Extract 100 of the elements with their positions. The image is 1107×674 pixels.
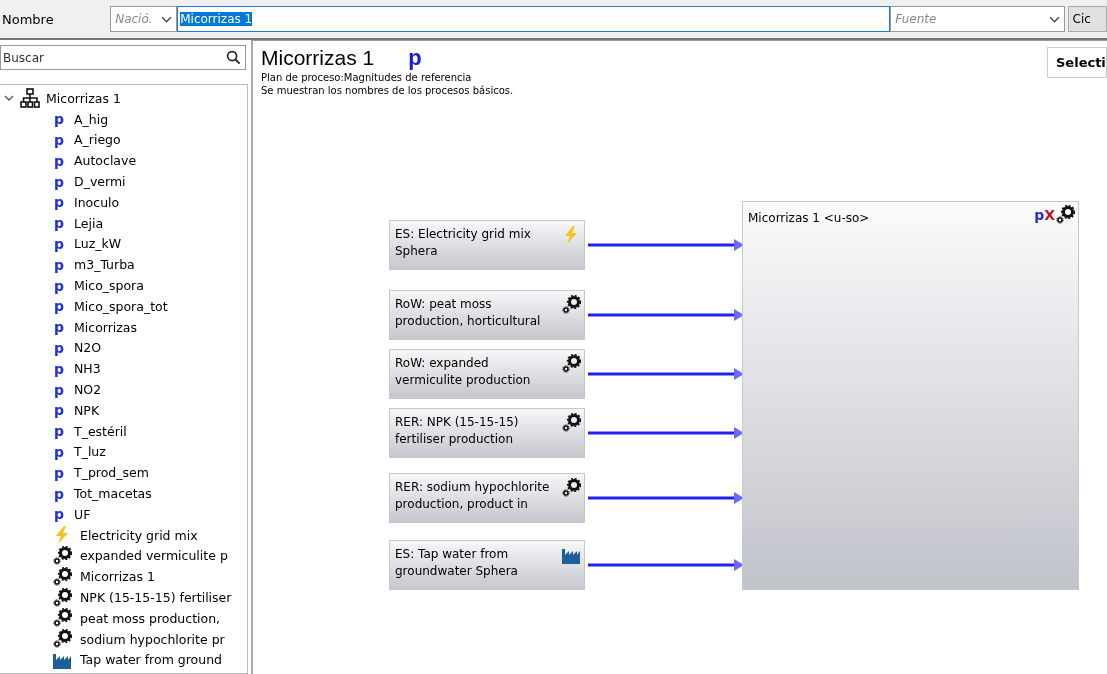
process-label: ES: Electricity grid mix Sphera (395, 226, 532, 260)
parameter-icon: p (52, 215, 66, 232)
tree-item[interactable]: sodium hypochlorite pr (0, 628, 247, 650)
parameter-icon: p (408, 45, 422, 71)
tree-item[interactable]: p Mico_spora (0, 275, 247, 296)
tree-item-label: peat moss production, (80, 610, 221, 626)
tree-item-label: Inoculo (74, 194, 120, 210)
process-label: RER: sodium hypochlorite production, product in (395, 479, 551, 513)
parameter-icon: p (52, 194, 66, 211)
tree-item[interactable]: p N2O (0, 337, 247, 359)
gears-icon (561, 478, 581, 498)
parameter-icon: p (52, 277, 66, 294)
tree-item[interactable]: Electricity grid mix (0, 524, 247, 546)
tree-item-label: T_estéril (74, 423, 127, 439)
tree-item[interactable]: p Autoclave (0, 150, 247, 172)
search-field[interactable]: Buscar (0, 45, 246, 70)
tree-item[interactable]: p m3_Turba (0, 254, 247, 276)
tree-item[interactable]: p Mico_spora_tot (0, 295, 247, 317)
gears-icon (52, 629, 72, 650)
source-dropdown[interactable]: Fuente (890, 6, 1065, 32)
tree-item[interactable]: p NO2 (0, 379, 247, 400)
parameter-icon: p (52, 132, 66, 148)
name-field[interactable]: Micorrizas 1 (177, 6, 891, 32)
tree-item[interactable]: p Luz_kW (0, 233, 247, 255)
gears-icon (561, 295, 581, 315)
process-label: ES: Tap water from groundwater Sphera (395, 546, 519, 580)
tree-item[interactable]: Micorrizas 1 (0, 566, 247, 588)
parameter-icon: p (52, 464, 66, 481)
chevron-down-icon (161, 15, 173, 23)
tree-item[interactable]: p UF (0, 503, 247, 525)
tree-item-label: NPK (74, 402, 100, 418)
select-button[interactable]: Selecti (1047, 47, 1107, 78)
tree-item-label: A_riego (74, 132, 121, 148)
tree-item-label: Tap water from ground (80, 652, 222, 668)
parameter-icon: p (52, 443, 66, 460)
tree-item[interactable]: NPK (15-15-15) fertiliser (0, 587, 247, 608)
parameter-icon: p (52, 152, 66, 169)
gears-icon (52, 545, 72, 566)
parameter-icon: p (52, 256, 66, 273)
info-note: Se muestran los nombres de los procesos básicos. (261, 84, 514, 97)
nation-dropdown[interactable]: Nació. (110, 6, 178, 32)
parameter-icon: p (52, 423, 66, 440)
tree-item-label: NO2 (74, 382, 102, 398)
tree-item-label: Tot_macetas (74, 486, 152, 502)
process-node[interactable]: RoW: peat moss production, horticultural (389, 290, 585, 340)
tree-item-label: m3_Turba (74, 257, 135, 273)
tree-item[interactable]: p D_vermi (0, 171, 247, 192)
parameter-icon: p (52, 402, 66, 419)
plan-subtitle: Plan de proceso:Magnitudes de referencia (261, 71, 473, 84)
tree-item-label: D_vermi (74, 174, 126, 190)
tree-item-label: UF (74, 506, 91, 522)
parameter-icon: p (52, 506, 66, 523)
tree-item[interactable]: Micorrizas 1 (0, 88, 247, 109)
process-label: RoW: expanded vermiculite production (395, 355, 532, 389)
process-node[interactable]: RER: sodium hypochlorite production, product in (389, 473, 585, 523)
tree-item-label: Mico_spora (74, 278, 144, 294)
tree-item[interactable]: p T_luz (0, 441, 247, 463)
tree-item[interactable]: p Lejia (0, 212, 247, 234)
gears-icon (561, 354, 581, 374)
tree-item[interactable]: p Micorrizas (0, 316, 247, 338)
tree-item[interactable]: p NPK (0, 399, 247, 421)
parameter-icon: p (52, 360, 66, 377)
tree-item-label: expanded vermiculite p (80, 548, 228, 564)
tree-item[interactable]: Tap water from ground (0, 649, 247, 671)
parameter-icon: p (52, 485, 66, 502)
process-node[interactable]: RER: NPK (15-15-15) fertiliser production (389, 408, 585, 458)
tree-item[interactable]: p NH3 (0, 358, 247, 380)
tree-item-label: NPK (15-15-15) fertiliser (80, 590, 232, 605)
tree-item[interactable]: p Tot_macetas (0, 483, 247, 504)
parameter-icon: p (52, 339, 66, 356)
tree-item[interactable]: p A_hig (0, 108, 247, 130)
process-node[interactable]: Micorrizas 1 <u-so> pX (742, 201, 1079, 590)
gears-icon (52, 566, 72, 587)
process-node[interactable]: RoW: expanded vermiculite production (389, 349, 585, 399)
parameter-icon: p (52, 173, 66, 190)
tree-item[interactable]: p T_prod_sem (0, 462, 247, 484)
parameter-icon: p (52, 111, 66, 128)
process-node[interactable]: ES: Electricity grid mix Sphera (389, 220, 585, 270)
search-icon (226, 50, 241, 65)
tree-item-label: A_hig (74, 111, 109, 127)
tree-item[interactable]: peat moss production, (0, 607, 247, 629)
process-node[interactable]: ES: Tap water from groundwater Sphera (389, 540, 585, 590)
hierarchy-icon (20, 88, 40, 109)
tree-item-label: NH3 (74, 361, 101, 377)
parameter-icon: p (52, 298, 66, 315)
gears-icon (561, 413, 581, 433)
process-label: Micorrizas 1 <u-so> (748, 210, 870, 227)
tree-item-label: T_prod_sem (74, 465, 149, 481)
tree-item[interactable]: p T_estéril (0, 420, 247, 442)
parameter-icon: p (1034, 207, 1045, 223)
tree-item-label: sodium hypochlorite pr (80, 631, 225, 647)
toolbar-button[interactable]: Cic (1067, 6, 1107, 32)
parameter-icon: p (52, 235, 66, 252)
tree-item-label: Autoclave (74, 153, 137, 169)
parameter-icon: p (52, 381, 66, 398)
tree-item[interactable]: expanded vermiculite p (0, 545, 247, 567)
plan-title: Micorrizas 1 (261, 46, 375, 70)
tree-item-label: N2O (74, 340, 102, 356)
tree-item[interactable]: p Inoculo (0, 192, 247, 213)
tree-item[interactable]: p A_riego (0, 129, 247, 151)
